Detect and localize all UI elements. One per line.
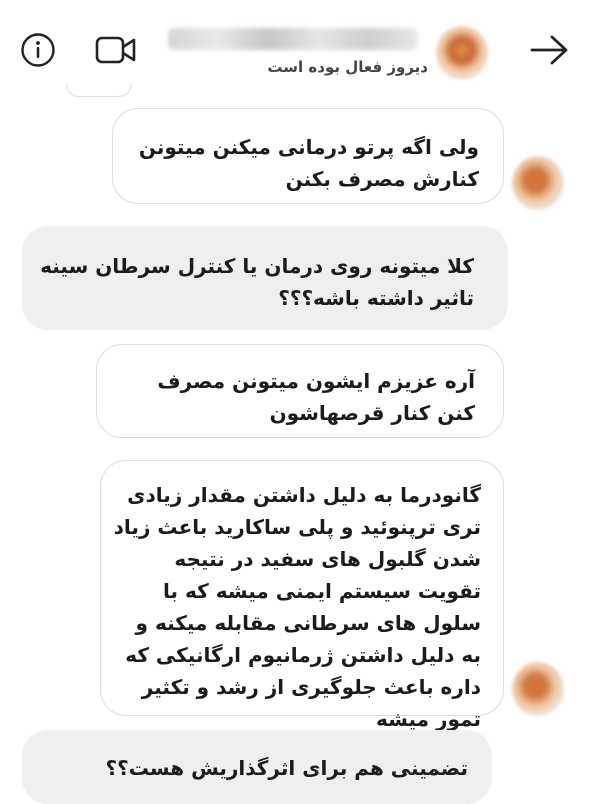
message-bubble[interactable]: ولی اگه پرتو درمانی میکنن میتونن کنارش م… bbox=[112, 108, 504, 204]
contact-name-blurred[interactable] bbox=[168, 28, 418, 50]
chat-header: دیروز فعال بوده است bbox=[0, 0, 590, 95]
info-icon[interactable] bbox=[20, 32, 56, 68]
contact-avatar[interactable] bbox=[436, 26, 488, 80]
message-bubble[interactable]: تضمینی هم برای اثرگذاریش هست؟؟ bbox=[22, 730, 492, 804]
video-call-icon[interactable] bbox=[94, 34, 138, 66]
sender-avatar[interactable] bbox=[512, 662, 564, 716]
sender-avatar[interactable] bbox=[512, 156, 564, 210]
active-status: دیروز فعال بوده است bbox=[267, 58, 428, 76]
message-bubble[interactable]: گانودرما به دلیل داشتن مقدار زیادی تری ت… bbox=[100, 460, 504, 731]
arrow-right-icon[interactable] bbox=[528, 32, 572, 68]
message-bubble[interactable]: آره عزیزم ایشون میتونن مصرف کنن کنار قرص… bbox=[96, 344, 504, 438]
previous-bubble-edge bbox=[66, 84, 132, 97]
message-bubble[interactable]: کلا میتونه روی درمان یا کنترل سرطان سینه… bbox=[22, 226, 508, 330]
